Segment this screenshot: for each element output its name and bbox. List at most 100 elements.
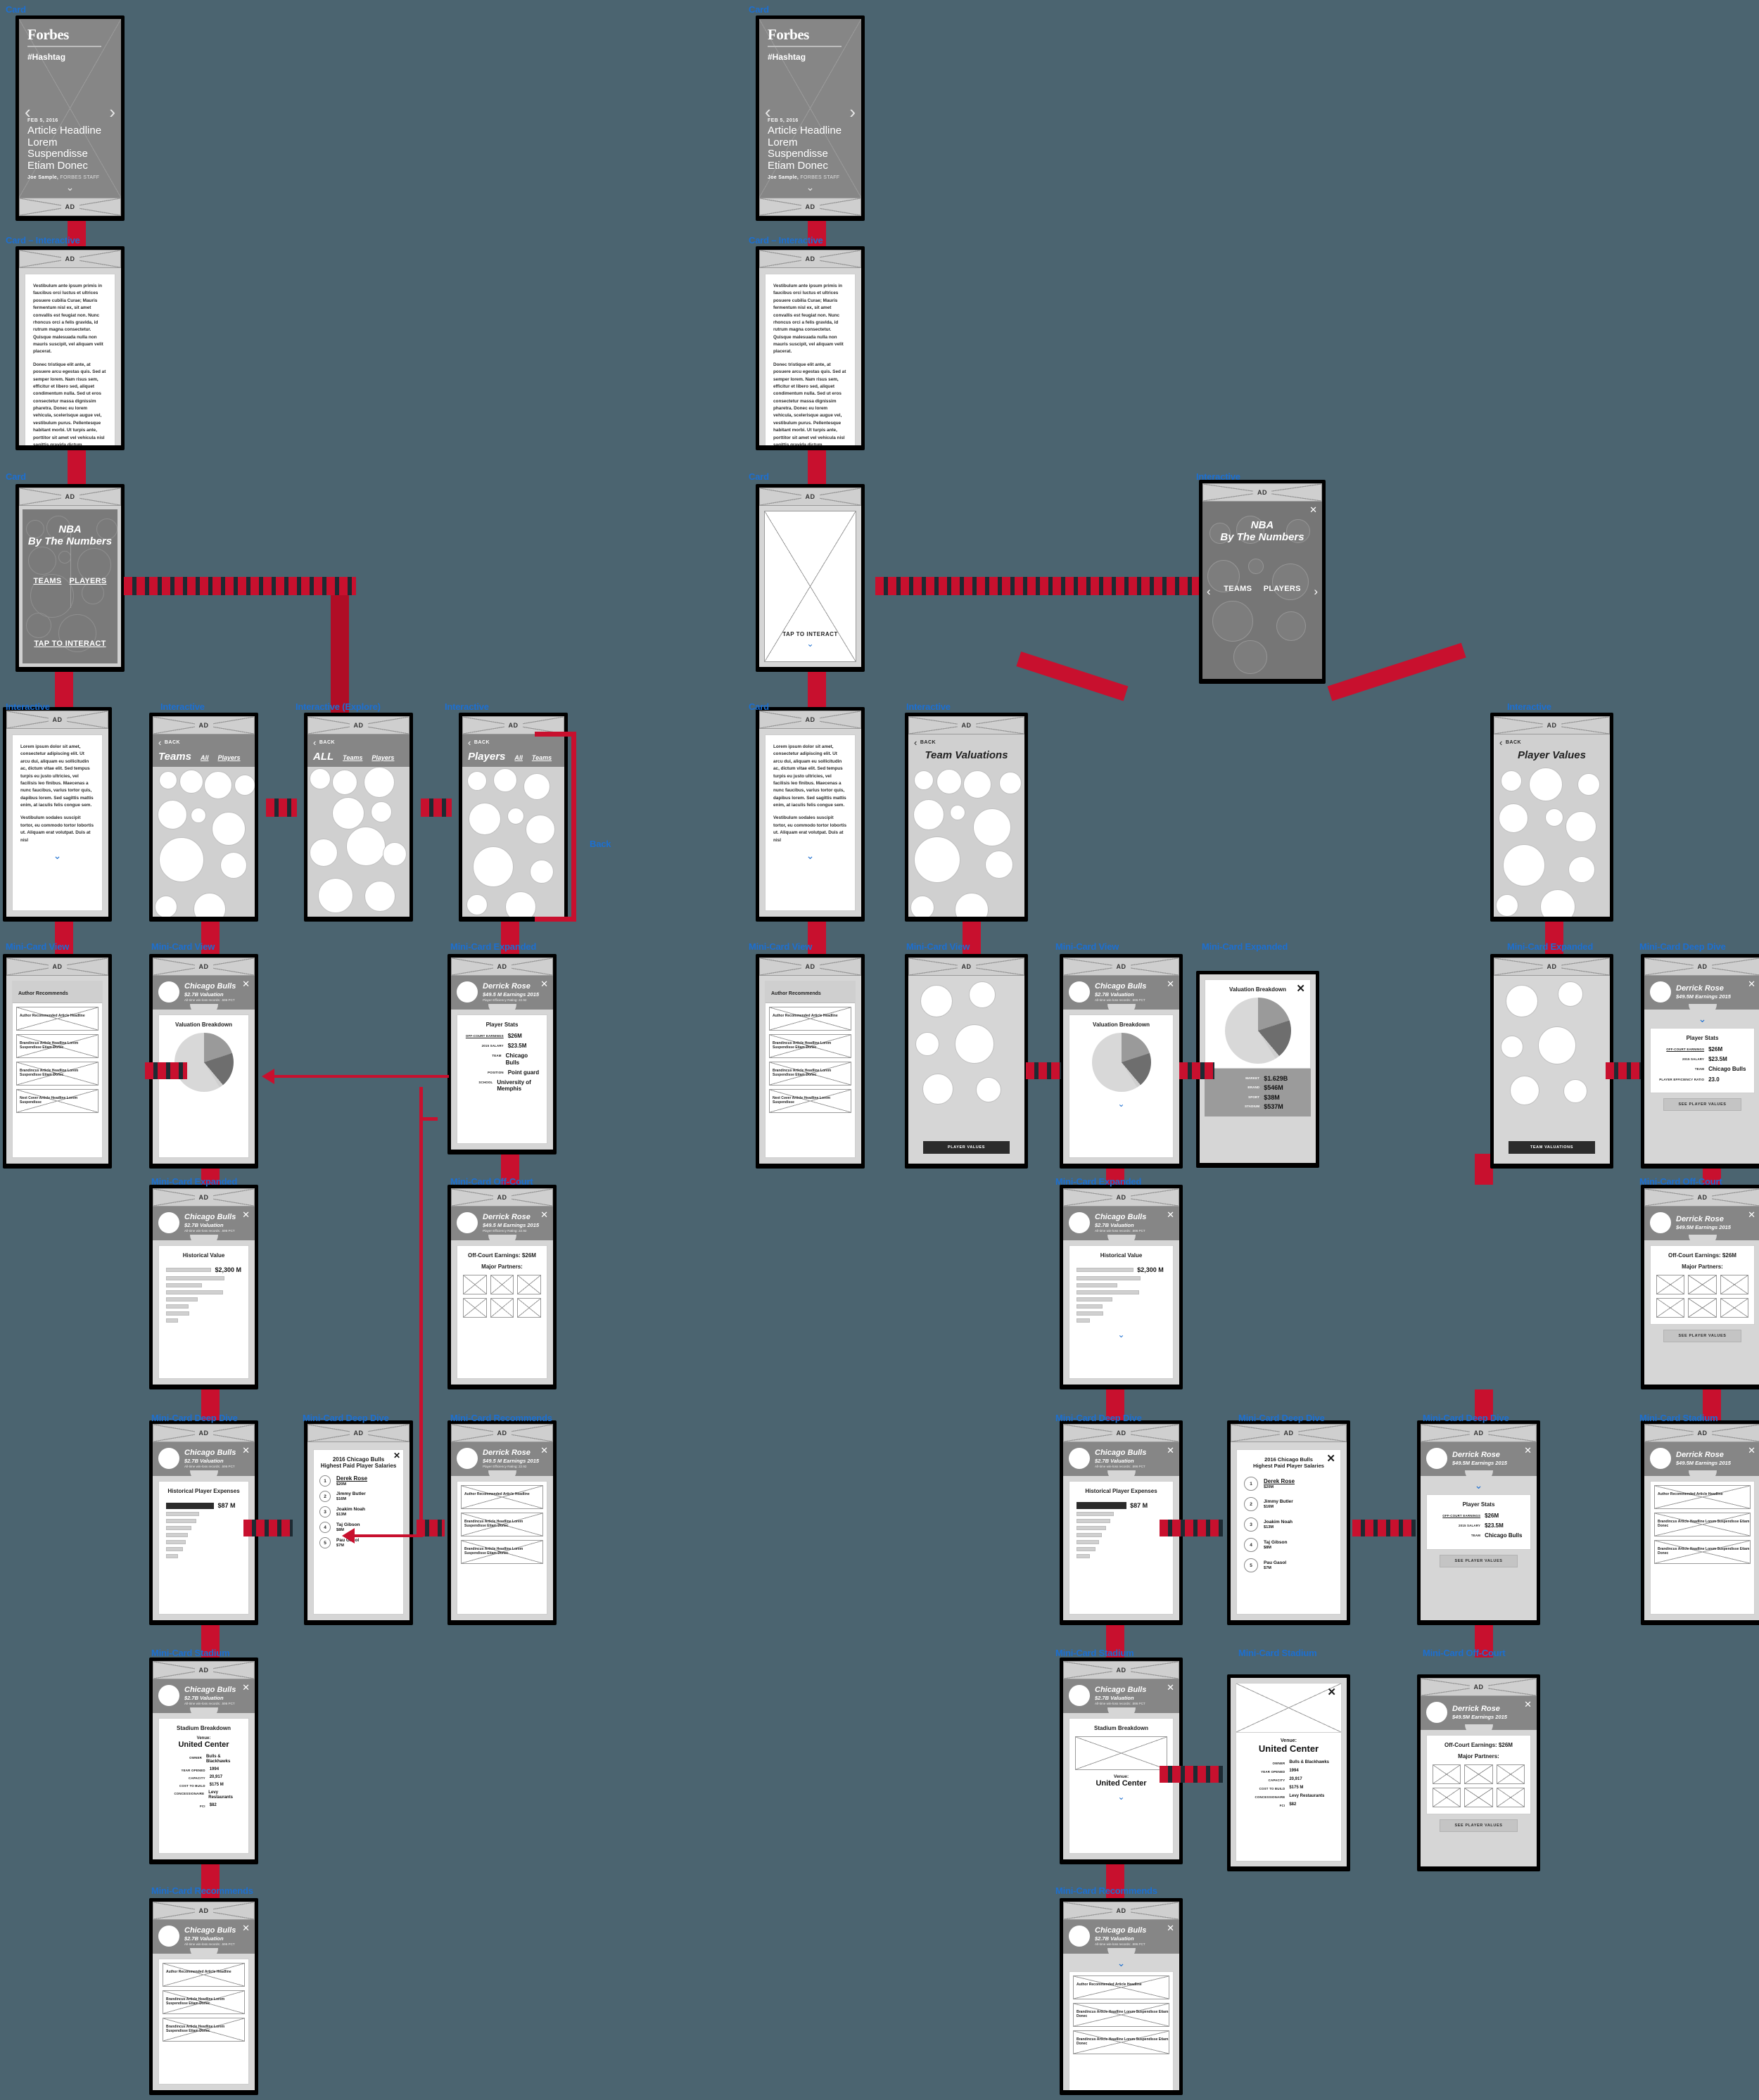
ad-banner[interactable]: AD — [153, 1902, 255, 1920]
screen-offcourt-right[interactable]: AD Derrick Rose $49.5M Earnings 2015 ✕ O… — [1641, 1185, 1759, 1389]
screen-nba-splash-expanded[interactable]: AD ✕ NBA By The Numbers ‹ › TEAMS PLAYER… — [1199, 480, 1326, 684]
partner-logo-placeholder[interactable] — [1433, 1788, 1461, 1807]
table-row[interactable]: 1 Derek Rose $20M — [319, 1475, 398, 1487]
list-item[interactable]: Brandincus Article Headline Lorem Suspen… — [1654, 1513, 1751, 1536]
scroll-down-icon[interactable]: ⌄ — [1650, 1013, 1755, 1025]
partner-logo-placeholder[interactable] — [1464, 1764, 1493, 1784]
list-item[interactable]: Brandincus Article Headline Lorem Suspen… — [1654, 1540, 1751, 1564]
ad-banner[interactable]: AD — [1494, 716, 1610, 734]
ad-banner[interactable]: AD — [759, 198, 861, 216]
scroll-down-icon[interactable]: ⌄ — [1075, 1792, 1167, 1802]
tab-players[interactable]: Players — [468, 751, 505, 763]
partner-logo-placeholder[interactable] — [517, 1275, 541, 1294]
table-row[interactable]: 3 Joakim Noah $13M — [319, 1506, 398, 1517]
tab-all[interactable]: All — [514, 754, 523, 761]
screen-stadium-right[interactable]: AD Chicago Bulls $2.7B Valuation All-tim… — [1060, 1657, 1183, 1864]
partner-logo-placeholder[interactable] — [517, 1298, 541, 1318]
close-icon[interactable]: ✕ — [242, 979, 250, 988]
ad-banner[interactable]: AD — [1644, 957, 1759, 976]
ad-banner[interactable]: AD — [153, 716, 255, 734]
tap-to-interact-cta[interactable]: TAP TO INTERACT — [23, 639, 118, 648]
list-item[interactable]: Brandincus Article Headline Lorem Suspen… — [163, 1990, 245, 2014]
ad-banner[interactable]: AD — [1644, 1188, 1759, 1207]
historical-value-bar-chart[interactable]: $2,300 M — [165, 1264, 243, 1328]
scroll-down-icon[interactable]: ⌄ — [20, 850, 94, 862]
screen-bubbles-teams[interactable]: AD ‹ BACK Teams All Players — [149, 713, 258, 922]
tab-teams[interactable]: Teams — [532, 754, 552, 761]
nba-splash[interactable]: ✕ NBA By The Numbers ‹ › TEAMS PLAYERS — [1202, 502, 1322, 679]
back-button[interactable]: ‹ BACK — [313, 738, 404, 747]
list-item[interactable]: Brandincus Article Headline Lorem Suspen… — [16, 1034, 99, 1058]
bubble-chart[interactable]: TEAM VALUATIONS — [1494, 976, 1610, 1164]
back-button[interactable]: ‹ BACK — [914, 738, 1019, 747]
list-item[interactable]: Author Recommended Article Headline — [16, 1007, 99, 1031]
ad-banner[interactable]: AD — [1494, 957, 1610, 976]
team-valuations-button[interactable]: TEAM VALUATIONS — [1509, 1141, 1595, 1154]
close-icon[interactable]: ✕ — [1296, 984, 1305, 994]
tab-all[interactable]: All — [201, 754, 209, 761]
table-row[interactable]: 2 Jimmy Butler $16M — [319, 1491, 398, 1502]
close-icon[interactable]: ✕ — [1167, 1446, 1174, 1455]
ad-banner[interactable]: AD — [307, 1424, 409, 1442]
ad-banner[interactable]: AD — [153, 1424, 255, 1442]
list-item[interactable]: Next Cover Article Headline Lorem Suspen… — [769, 1089, 851, 1113]
close-icon[interactable]: ✕ — [1167, 1210, 1174, 1219]
close-icon[interactable]: ✕ — [242, 1923, 250, 1933]
screen-historical-value-left[interactable]: AD Chicago Bulls $2.7B Valuation All-tim… — [149, 1185, 258, 1389]
close-icon[interactable]: ✕ — [540, 1210, 548, 1219]
see-player-values-button[interactable]: SEE PLAYER VALUES — [1440, 1819, 1518, 1832]
list-item[interactable]: Brandincus Article Headline Lorem Suspen… — [1073, 2003, 1169, 2027]
list-item[interactable]: Author Recommended Article Headline — [461, 1485, 543, 1509]
tab-players[interactable]: Players — [372, 754, 394, 761]
prev-arrow-icon[interactable]: ‹ — [1207, 585, 1211, 599]
splash-link-teams[interactable]: TEAMS — [33, 577, 61, 585]
ad-banner[interactable]: AD — [307, 716, 409, 734]
close-icon[interactable]: ✕ — [393, 1451, 400, 1460]
ad-banner[interactable]: AD — [1202, 483, 1322, 502]
ad-banner[interactable]: AD — [759, 250, 861, 268]
table-row[interactable]: 5 Pau Gasol $7M — [1244, 1558, 1333, 1572]
scroll-down-icon[interactable]: ⌄ — [768, 182, 853, 193]
list-item[interactable]: Brandincus Article Headline Lorem Suspen… — [1073, 2030, 1169, 2054]
ad-banner[interactable]: AD — [1421, 1424, 1537, 1442]
partner-logo-placeholder[interactable] — [1720, 1298, 1748, 1318]
screen-offcourt-partners-lower[interactable]: AD Derrick Rose $49.5M Earnings 2015 ✕ O… — [1417, 1674, 1540, 1871]
ad-banner[interactable]: AD — [153, 957, 255, 976]
screen-article-right[interactable]: AD Vestibulum ante ipsum primis in fauci… — [756, 246, 865, 450]
close-icon[interactable]: ✕ — [1326, 1453, 1335, 1464]
bubble-chart[interactable] — [153, 767, 255, 917]
bubble-chart[interactable] — [1494, 765, 1610, 917]
screen-player-bubbles-cta[interactable]: AD TEAM VALUATIONS — [1490, 954, 1613, 1169]
partner-logo-placeholder[interactable] — [1720, 1275, 1748, 1294]
screen-article-left[interactable]: AD Vestibulum ante ipsum primis in fauci… — [15, 246, 125, 450]
ad-banner[interactable]: AD — [1063, 1424, 1179, 1442]
partner-logo-placeholder[interactable] — [1656, 1275, 1685, 1294]
screen-salaries-right[interactable]: AD ✕ 2016 Chicago Bulls Highest Paid Play… — [1227, 1420, 1350, 1625]
ad-banner[interactable]: AD — [451, 1188, 553, 1207]
bubble-chart[interactable]: PLAYER VALUES — [908, 976, 1024, 1164]
player-expenses-bar-chart[interactable]: $87 M — [1075, 1499, 1167, 1564]
screen-offcourt-left[interactable]: AD Derrick Rose $49.5 M Earnings 2015 Pl… — [447, 1185, 557, 1389]
bubble-chart[interactable] — [307, 767, 409, 917]
scroll-down-icon[interactable]: ⌄ — [773, 850, 847, 862]
list-item[interactable]: Next Cover Article Headline Lorem Suspen… — [16, 1089, 99, 1113]
list-item[interactable]: Author Recommended Article Headline — [163, 1963, 245, 1987]
back-button[interactable]: ‹ BACK — [158, 738, 249, 747]
bubble-chart[interactable] — [908, 765, 1024, 917]
ad-banner[interactable]: AD — [1063, 1661, 1179, 1679]
partner-logo-placeholder[interactable] — [1464, 1788, 1493, 1807]
partner-logo-placeholder[interactable] — [1496, 1788, 1525, 1807]
close-icon[interactable]: ✕ — [242, 1210, 250, 1219]
partner-logo-placeholder[interactable] — [1433, 1764, 1461, 1784]
list-item[interactable]: Brandincus Article Headline Lorem Suspen… — [461, 1513, 543, 1536]
close-icon[interactable]: ✕ — [1167, 1923, 1174, 1933]
scroll-down-icon[interactable]: ⌄ — [1069, 1957, 1174, 1969]
table-row[interactable]: 2 Jimmy Butler $16M — [1244, 1497, 1333, 1511]
interactive-placeholder[interactable]: TAP TO INTERACT ⌄ — [764, 511, 856, 662]
screen-nba-splash-left[interactable]: AD NBA By The Numbers TEAMS PLAYERS TAP … — [15, 484, 125, 672]
ad-banner[interactable]: AD — [153, 1188, 255, 1207]
screen-player-recommends-left[interactable]: AD Derrick Rose $49.5 M Earnings 2015 Pl… — [447, 1420, 557, 1625]
scroll-down-icon[interactable]: ⌄ — [1075, 1099, 1167, 1109]
table-row[interactable]: 5 Pau Gasol $7M — [319, 1537, 398, 1548]
screen-forbes-hero-left[interactable]: Forbes #Hashtag ‹ › FEB 5, 2016 Article … — [15, 15, 125, 221]
